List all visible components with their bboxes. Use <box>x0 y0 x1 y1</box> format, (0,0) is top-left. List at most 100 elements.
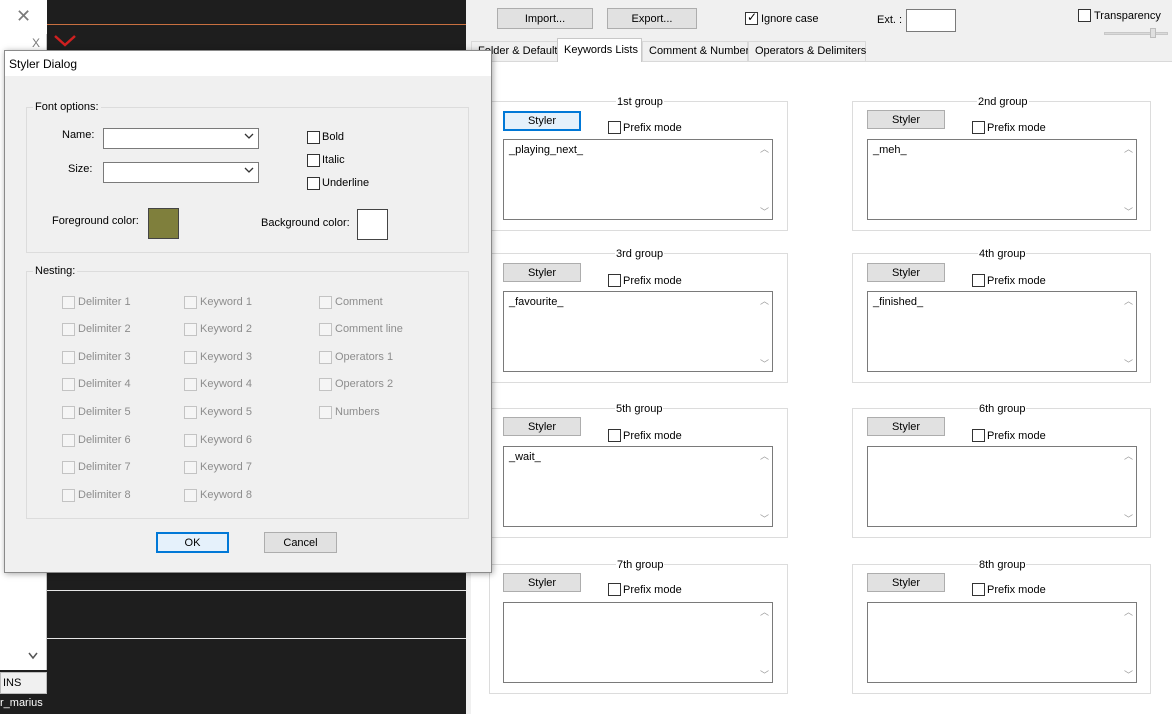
nesting-label: Delimiter 3 <box>78 351 131 363</box>
nesting-label: Delimiter 1 <box>78 296 131 308</box>
nesting-delimiter-8-checkbox[interactable] <box>62 489 75 502</box>
nesting-keyword-3-checkbox[interactable] <box>184 351 197 364</box>
nesting-delimiter-4-checkbox[interactable] <box>62 378 75 391</box>
styler-button-8[interactable]: Styler <box>867 573 945 592</box>
import-button[interactable]: Import... <box>497 8 593 29</box>
nesting-keyword-7-checkbox[interactable] <box>184 461 197 474</box>
font-size-select[interactable] <box>103 162 259 183</box>
keywords-textarea-3[interactable]: _favourite_ ︿ ﹀ <box>503 291 773 372</box>
foreground-color-swatch[interactable] <box>148 208 179 239</box>
keywords-textarea-4[interactable]: _finished_ ︿ ﹀ <box>867 291 1137 372</box>
styler-button-7[interactable]: Styler <box>503 573 581 592</box>
scroll-down-icon[interactable]: ﹀ <box>760 205 769 218</box>
nesting-delimiter-2-checkbox[interactable] <box>62 323 75 336</box>
scroll-down-icon[interactable]: ﹀ <box>1124 668 1133 681</box>
prefix-mode-checkbox-2[interactable] <box>972 121 985 134</box>
dialog-titlebar[interactable] <box>5 51 491 76</box>
underline-checkbox[interactable] <box>307 177 320 190</box>
nesting-label: Delimiter 6 <box>78 434 131 446</box>
nesting-comment-line-checkbox[interactable] <box>319 323 332 336</box>
nesting-delimiter-3-checkbox[interactable] <box>62 351 75 364</box>
prefix-mode-checkbox-7[interactable] <box>608 583 621 596</box>
prefix-mode-checkbox-3[interactable] <box>608 274 621 287</box>
background-color-swatch[interactable] <box>357 209 388 240</box>
styler-button-3[interactable]: Styler <box>503 263 581 282</box>
nesting-comment-checkbox[interactable] <box>319 296 332 309</box>
keywords-textarea-2[interactable]: _meh_ ︿ ﹀ <box>867 139 1137 220</box>
ignore-case-checkbox[interactable] <box>745 10 758 25</box>
ok-button[interactable]: OK <box>156 532 229 553</box>
close-icon[interactable]: ✕ <box>16 6 31 27</box>
keywords-text: _meh_ <box>873 144 907 156</box>
editor-caret-line <box>47 24 466 25</box>
styler-button-5[interactable]: Styler <box>503 417 581 436</box>
nesting-numbers-checkbox[interactable] <box>319 406 332 419</box>
prefix-mode-checkbox-6[interactable] <box>972 429 985 442</box>
ext-input[interactable] <box>906 9 956 32</box>
keywords-textarea-6[interactable]: ︿ ﹀ <box>867 446 1137 527</box>
bold-checkbox[interactable] <box>307 131 320 144</box>
scroll-down-icon[interactable]: ﹀ <box>1124 512 1133 525</box>
scroll-up-icon[interactable]: ︿ <box>1124 449 1133 462</box>
nesting-keyword-2-checkbox[interactable] <box>184 323 197 336</box>
nesting-label: Keyword 1 <box>200 296 252 308</box>
small-close-icon[interactable]: X <box>32 36 40 50</box>
font-name-select[interactable] <box>103 128 259 149</box>
styler-button-2[interactable]: Styler <box>867 110 945 129</box>
prefix-mode-checkbox-5[interactable] <box>608 429 621 442</box>
prefix-mode-label: Prefix mode <box>623 275 682 287</box>
nesting-keyword-5-checkbox[interactable] <box>184 406 197 419</box>
keywords-textarea-7[interactable]: ︿ ﹀ <box>503 602 773 683</box>
scroll-down-icon[interactable]: ﹀ <box>760 512 769 525</box>
prefix-mode-checkbox-8[interactable] <box>972 583 985 596</box>
keywords-textarea-1[interactable]: _playing_next_ ︿ ﹀ <box>503 139 773 220</box>
prefix-mode-checkbox-1[interactable] <box>608 121 621 134</box>
keywords-text: _favourite_ <box>509 296 564 308</box>
styler-button-4[interactable]: Styler <box>867 263 945 282</box>
prefix-mode-checkbox-4[interactable] <box>972 274 985 287</box>
cancel-button[interactable]: Cancel <box>264 532 337 553</box>
transparency-slider[interactable] <box>1104 32 1168 35</box>
scroll-down-icon[interactable]: ﹀ <box>1124 205 1133 218</box>
scroll-up-icon[interactable]: ︿ <box>1124 294 1133 307</box>
prefix-mode-label: Prefix mode <box>987 430 1046 442</box>
nesting-keyword-4-checkbox[interactable] <box>184 378 197 391</box>
group-title: 5th group <box>615 403 664 415</box>
export-button[interactable]: Export... <box>607 8 697 29</box>
transparency-slider-thumb[interactable] <box>1150 28 1156 38</box>
scroll-up-icon[interactable]: ︿ <box>760 294 769 307</box>
keywords-textarea-5[interactable]: _wait_ ︿ ﹀ <box>503 446 773 527</box>
transparency-checkbox[interactable] <box>1078 9 1091 22</box>
nesting-label: Keyword 5 <box>200 406 252 418</box>
tab-keywords-lists[interactable]: Keywords Lists <box>557 38 642 62</box>
tab-operators-delimiters[interactable]: Operators & Delimiters <box>748 41 866 61</box>
scroll-up-icon[interactable]: ︿ <box>1124 142 1133 155</box>
styler-button-6[interactable]: Styler <box>867 417 945 436</box>
size-label: Size: <box>68 163 93 175</box>
nesting-delimiter-6-checkbox[interactable] <box>62 434 75 447</box>
nesting-delimiter-5-checkbox[interactable] <box>62 406 75 419</box>
keywords-textarea-8[interactable]: ︿ ﹀ <box>867 602 1137 683</box>
nesting-operators-1-checkbox[interactable] <box>319 351 332 364</box>
group-title: 3rd group <box>615 248 665 260</box>
styler-button-1[interactable]: Styler <box>503 111 581 131</box>
scroll-down-icon[interactable]: ﹀ <box>760 357 769 370</box>
nesting-keyword-1-checkbox[interactable] <box>184 296 197 309</box>
scroll-up-icon[interactable]: ︿ <box>760 605 769 618</box>
scroll-down-icon[interactable]: ﹀ <box>1124 357 1133 370</box>
nesting-keyword-6-checkbox[interactable] <box>184 434 197 447</box>
tab-comment-number[interactable]: Comment & Number <box>642 41 749 61</box>
editor-separator <box>47 638 466 639</box>
scroll-down-icon[interactable]: ﹀ <box>760 668 769 681</box>
nesting-keyword-8-checkbox[interactable] <box>184 489 197 502</box>
scroll-up-icon[interactable]: ︿ <box>1124 605 1133 618</box>
nesting-delimiter-7-checkbox[interactable] <box>62 461 75 474</box>
nesting-operators-2-checkbox[interactable] <box>319 378 332 391</box>
nesting-delimiter-1-checkbox[interactable] <box>62 296 75 309</box>
scroll-down-icon[interactable] <box>28 652 38 663</box>
scroll-up-icon[interactable]: ︿ <box>760 449 769 462</box>
nesting-label: Comment line <box>335 323 403 335</box>
scroll-up-icon[interactable]: ︿ <box>760 142 769 155</box>
transparency-label: Transparency <box>1094 10 1161 22</box>
italic-checkbox[interactable] <box>307 154 320 167</box>
